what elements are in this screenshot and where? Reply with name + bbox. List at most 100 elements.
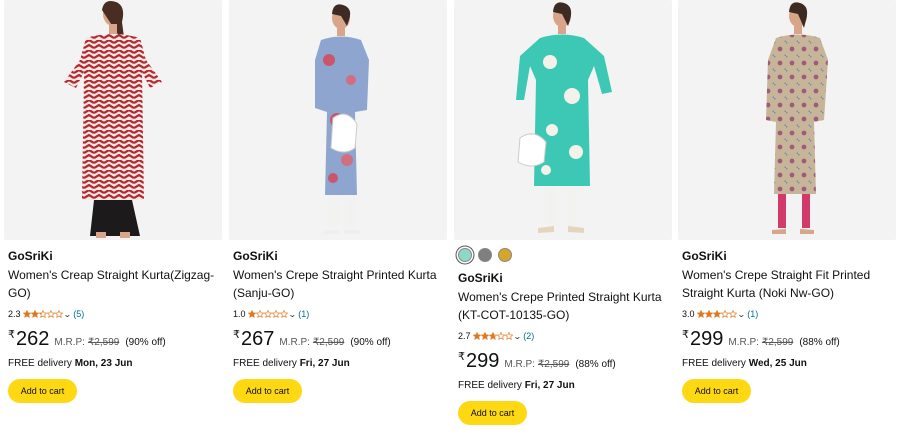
swatch-grey[interactable] [478,248,492,262]
star-icon [504,332,513,340]
star-icon [255,310,264,318]
price-row: ₹ 262 M.R.P: ₹2,599 (90% off) [8,328,218,354]
mrp-label: M.R.P: [279,337,310,348]
star-icon [696,310,705,318]
price-row: ₹ 299 M.R.P: ₹2,599 (88% off) [682,328,892,354]
rating-value: 1.0 [233,309,246,319]
star-icon [488,332,497,340]
chevron-down-icon[interactable]: ⌄ [63,310,72,319]
star-icon [704,310,713,318]
zigzag-kurta-image [64,1,162,238]
star-rating[interactable] [22,310,63,318]
star-icon [728,310,737,318]
star-icon [720,310,729,318]
mrp-price: ₹2,599 [761,337,794,348]
star-icon [263,310,272,318]
delivery-date: Wed, 25 Jun [748,358,807,369]
add-to-cart-button[interactable]: Add to cart [233,379,302,403]
rating-row: 3.0 ⌄ (1) [682,306,892,322]
delivery-info: FREE delivery Fri, 27 Jun [458,380,668,394]
rating-row: 1.0 ⌄ (1) [233,306,443,322]
delivery-info: FREE delivery Fri, 27 Jun [233,358,443,372]
rating-row: 2.3 ⌄ (5) [8,306,218,322]
color-swatches [458,248,668,264]
review-count-link[interactable]: (1) [747,309,758,319]
add-to-cart-button[interactable]: Add to cart [8,379,77,403]
product-title-link[interactable]: Women's Crepe Printed Straight Kurta (KT… [458,288,668,324]
currency-symbol: ₹ [682,329,689,341]
rating-value: 3.0 [682,309,695,319]
product-image[interactable] [454,0,672,240]
review-count-link[interactable]: (5) [73,309,84,319]
review-count-link[interactable]: (2) [523,331,534,341]
product-title-link[interactable]: Women's Crepe Straight Fit Printed Strai… [682,266,892,302]
price-row: ₹ 267 M.R.P: ₹2,599 (90% off) [233,328,443,354]
product-card: GoSriKi Women's Crepe Printed Straight K… [454,0,672,436]
star-icon [496,332,505,340]
product-title-link[interactable]: Women's Crepe Straight Printed Kurta (Sa… [233,266,443,302]
delivery-prefix: FREE delivery [458,380,522,391]
brand-name: GoSriKi [458,271,503,285]
price: 299 [690,328,724,350]
rating-value: 2.7 [458,331,471,341]
delivery-date: Fri, 27 Jun [299,358,350,369]
delivery-date: Fri, 27 Jun [524,380,575,391]
delivery-prefix: FREE delivery [233,358,297,369]
currency-symbol: ₹ [233,329,240,341]
star-icon [22,310,31,318]
star-icon [46,310,55,318]
review-count-link[interactable]: (1) [298,309,309,319]
price: 299 [466,350,500,372]
teal-floral-kurta-image [516,2,612,233]
mrp-label: M.R.P: [728,337,759,348]
mrp-price: ₹2,599 [87,337,120,348]
product-card: GoSriKi Women's Creap Straight Kurta(Zig… [4,0,222,436]
product-grid: GoSriKi Women's Creap Straight Kurta(Zig… [0,0,897,436]
floral-blue-kurta-image [315,4,369,234]
mrp-price: ₹2,599 [312,337,345,348]
star-icon [271,310,280,318]
product-card: GoSriKi Women's Crepe Straight Printed K… [229,0,447,436]
delivery-date: Mon, 23 Jun [74,358,133,369]
delivery-prefix: FREE delivery [682,358,746,369]
star-icon [472,332,481,340]
chevron-down-icon[interactable]: ⌄ [288,310,297,319]
rating-value: 2.3 [8,309,21,319]
star-icon [279,310,288,318]
discount-label: (90% off) [125,337,166,348]
chevron-down-icon[interactable]: ⌄ [737,310,746,319]
discount-label: (88% off) [575,359,616,370]
chevron-down-icon[interactable]: ⌄ [513,332,522,341]
currency-symbol: ₹ [8,329,15,341]
delivery-info: FREE delivery Mon, 23 Jun [8,358,218,372]
swatch-mustard[interactable] [498,248,512,262]
product-image[interactable] [4,0,222,240]
brand-name: GoSriKi [8,249,53,263]
rating-row: 2.7 ⌄ (2) [458,328,668,344]
discount-label: (88% off) [799,337,840,348]
star-icon [247,310,256,318]
star-icon [38,310,47,318]
discount-label: (90% off) [350,337,391,348]
mrp-price: ₹2,599 [537,359,570,370]
star-rating[interactable] [696,310,737,318]
star-rating[interactable] [472,332,513,340]
star-rating[interactable] [247,310,288,318]
add-to-cart-button[interactable]: Add to cart [682,379,751,403]
product-image[interactable] [678,0,896,240]
brand-name: GoSriKi [233,249,278,263]
star-icon [30,310,39,318]
product-title-link[interactable]: Women's Creap Straight Kurta(Zigzag-GO) [8,266,218,302]
currency-symbol: ₹ [458,351,465,363]
mrp-label: M.R.P: [54,337,85,348]
add-to-cart-button[interactable]: Add to cart [458,401,527,425]
beige-print-kurta-image [766,2,828,234]
delivery-prefix: FREE delivery [8,358,72,369]
price: 267 [241,328,275,350]
delivery-info: FREE delivery Wed, 25 Jun [682,358,892,372]
product-image[interactable] [229,0,447,240]
brand-name: GoSriKi [682,249,727,263]
product-card: GoSriKi Women's Crepe Straight Fit Print… [678,0,896,436]
swatch-teal[interactable] [458,248,472,262]
price-row: ₹ 299 M.R.P: ₹2,599 (88% off) [458,350,668,376]
